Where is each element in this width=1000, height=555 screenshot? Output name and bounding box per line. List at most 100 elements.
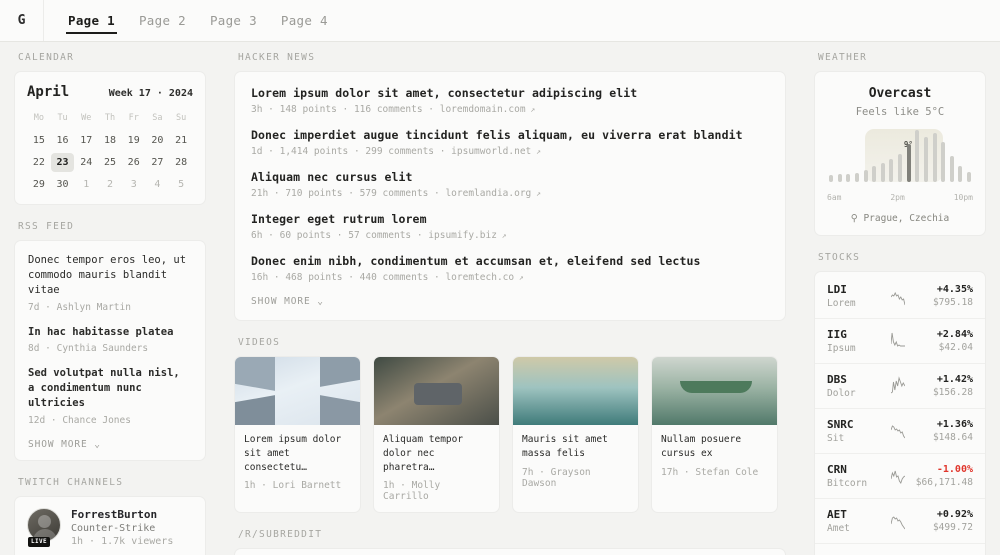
- stocks-card: LDILorem+4.35%$795.18 IIGIpsum +2.84%$42.0…: [814, 271, 986, 555]
- weather-hour-bar: [881, 163, 885, 182]
- hackernews-item[interactable]: Integer eget rutrum lorem6h · 60 points …: [251, 212, 769, 241]
- video-card[interactable]: Lorem ipsum dolor sit amet consectetu… 1h…: [234, 356, 361, 513]
- stock-price: $42.04: [911, 342, 973, 353]
- calendar-day[interactable]: 3: [122, 175, 146, 194]
- hackernews-item[interactable]: Donec imperdiet augue tincidunt felis al…: [251, 128, 769, 157]
- calendar-day[interactable]: 22: [27, 153, 51, 172]
- hackernews-item-meta-row: 21h · 710 points · 579 comments · loreml…: [251, 188, 769, 199]
- video-card[interactable]: Mauris sit amet massa felis7h · Grayson …: [512, 356, 639, 513]
- stock-price: $499.72: [911, 522, 973, 533]
- weather-hour-bar: [915, 130, 919, 182]
- stock-symbol: SNRC: [827, 418, 885, 431]
- calendar-day[interactable]: 28: [169, 153, 193, 172]
- rss-item[interactable]: Donec tempor eros leo, ut commodo mauris…: [28, 253, 192, 313]
- hackernews-item-title: Lorem ipsum dolor sit amet, consectetur …: [251, 86, 769, 100]
- hackernews-item-meta: 3h · 148 points · 116 comments · loremdo…: [251, 104, 526, 115]
- weather-hour-bar: [941, 142, 945, 182]
- twitch-channel-name: ForrestBurton: [71, 508, 173, 521]
- stock-row[interactable]: DBSDolor+1.42%$156.28: [815, 364, 985, 409]
- rss-item[interactable]: In hac habitasse platea8d · Cynthia Saun…: [28, 325, 192, 354]
- video-thumbnail: [235, 357, 360, 425]
- stock-price: $148.64: [911, 432, 973, 443]
- video-meta: 1h · Lori Barnett: [244, 480, 351, 491]
- video-card[interactable]: Nullam posuere cursus ex17h · Stefan Col…: [651, 356, 778, 513]
- video-thumbnail: [652, 357, 777, 425]
- stocks-section: STOCKS LDILorem+4.35%$795.18IIGIpsum+2.8…: [814, 252, 986, 555]
- stock-row[interactable]: LDILorem+4.35%$795.18: [815, 274, 985, 319]
- twitch-channel-row[interactable]: LIVE ForrestBurtonCounter-Strike1h · 1.7k…: [27, 508, 193, 547]
- stock-row[interactable]: AETAmet+0.92%$499.72: [815, 499, 985, 544]
- video-body: Lorem ipsum dolor sit amet consectetu… 1h…: [235, 425, 360, 501]
- calendar-day[interactable]: 25: [98, 153, 122, 172]
- stock-name: Dolor: [827, 388, 885, 399]
- tab-page-1[interactable]: Page 1: [56, 0, 127, 41]
- rss-card: Donec tempor eros leo, ut commodo mauris…: [14, 240, 206, 461]
- calendar-day[interactable]: 4: [146, 175, 170, 194]
- twitch-card: LIVE ForrestBurtonCounter-Strike1h · 1.7k…: [14, 496, 206, 555]
- stock-identity: CRNBitcorn: [827, 463, 885, 489]
- weather-axis-tick-1: 2pm: [890, 193, 904, 202]
- weather-condition: Overcast: [825, 86, 975, 101]
- calendar-dow-th: Th: [98, 110, 122, 128]
- stock-name: Sit: [827, 433, 885, 444]
- calendar-day[interactable]: 15: [27, 131, 51, 150]
- stock-values: +2.84%$42.04: [911, 329, 973, 353]
- video-thumbnail: [374, 357, 499, 425]
- app-logo[interactable]: G: [0, 0, 44, 41]
- reddit-card[interactable]: Maecenas mollis pulvinar erat non posuer…: [234, 548, 786, 555]
- video-meta: 17h · Stefan Cole: [661, 467, 768, 478]
- stock-row[interactable]: SNRCSit+1.36%$148.64: [815, 409, 985, 454]
- stock-row[interactable]: IIGIpsum +2.84%$42.04: [815, 319, 985, 364]
- weather-section: WEATHER Overcast Feels like 5°C 9° 6am 2…: [814, 52, 986, 236]
- calendar-day[interactable]: 1: [74, 175, 98, 194]
- calendar-day[interactable]: 20: [146, 131, 170, 150]
- twitch-channel-info: ForrestBurtonCounter-Strike1h · 1.7k vie…: [71, 508, 173, 547]
- stock-row[interactable]: CCSConsectetur+0.51%$165.84: [815, 544, 985, 555]
- tab-page-3[interactable]: Page 3: [198, 0, 269, 41]
- tab-page-4[interactable]: Page 4: [269, 0, 340, 41]
- rss-item-meta: 12d · Chance Jones: [28, 415, 192, 426]
- calendar-day[interactable]: 2: [98, 175, 122, 194]
- tab-page-2[interactable]: Page 2: [127, 0, 198, 41]
- calendar-day[interactable]: 17: [74, 131, 98, 150]
- calendar-day[interactable]: 26: [122, 153, 146, 172]
- stock-name: Lorem: [827, 298, 885, 309]
- calendar-day[interactable]: 30: [51, 175, 75, 194]
- weather-hour-bar: [829, 175, 833, 182]
- calendar-day[interactable]: 29: [27, 175, 51, 194]
- rss-item[interactable]: Sed volutpat nulla nisl, a condimentum n…: [28, 366, 192, 426]
- calendar-day[interactable]: 16: [51, 131, 75, 150]
- video-card[interactable]: Aliquam tempor dolor nec pharetra…1h · M…: [373, 356, 500, 513]
- stock-row[interactable]: CRNBitcorn-1.00%$66,171.48: [815, 454, 985, 499]
- left-column: CALENDAR April Week 17 · 2024 MoTuWeThFr…: [0, 52, 220, 555]
- hackernews-item[interactable]: Aliquam nec cursus elit21h · 710 points …: [251, 170, 769, 199]
- calendar-day[interactable]: 23: [51, 153, 75, 172]
- videos-list: Lorem ipsum dolor sit amet consectetu… 1h…: [234, 356, 786, 513]
- calendar-day[interactable]: 21: [169, 131, 193, 150]
- stock-name: Amet: [827, 523, 885, 534]
- calendar-day[interactable]: 5: [169, 175, 193, 194]
- hackernews-show-more[interactable]: SHOW MORE ⌄: [251, 296, 769, 307]
- hackernews-item-title: Donec imperdiet augue tincidunt felis al…: [251, 128, 769, 142]
- calendar-day[interactable]: 24: [74, 153, 98, 172]
- video-title: Lorem ipsum dolor sit amet consectetu…: [244, 433, 351, 474]
- hackernews-item[interactable]: Donec enim nibh, condimentum et accumsan…: [251, 254, 769, 283]
- hackernews-item[interactable]: Lorem ipsum dolor sit amet, consectetur …: [251, 86, 769, 115]
- calendar-day[interactable]: 18: [98, 131, 122, 150]
- twitch-section-title: TWITCH CHANNELS: [18, 477, 206, 488]
- stock-identity: DBSDolor: [827, 373, 885, 399]
- calendar-grid: MoTuWeThFrSaSu15161718192021222324252627…: [27, 110, 193, 194]
- video-body: Aliquam tempor dolor nec pharetra…1h · M…: [374, 425, 499, 512]
- calendar-header: April Week 17 · 2024: [27, 84, 193, 100]
- weather-location: ⚲ Prague, Czechia: [825, 213, 975, 224]
- weather-axis-tick-2: 10pm: [954, 193, 973, 202]
- hackernews-item-meta-row: 6h · 60 points · 57 comments · ipsumify.…: [251, 230, 769, 241]
- calendar-day[interactable]: 27: [146, 153, 170, 172]
- hackernews-section-title: HACKER NEWS: [238, 52, 786, 63]
- calendar-day[interactable]: 19: [122, 131, 146, 150]
- stock-identity: IIGIpsum: [827, 328, 885, 354]
- rss-show-more[interactable]: SHOW MORE ⌄: [28, 439, 192, 450]
- calendar-dow-tu: Tu: [51, 110, 75, 128]
- calendar-dow-sa: Sa: [146, 110, 170, 128]
- live-badge: LIVE: [28, 537, 50, 547]
